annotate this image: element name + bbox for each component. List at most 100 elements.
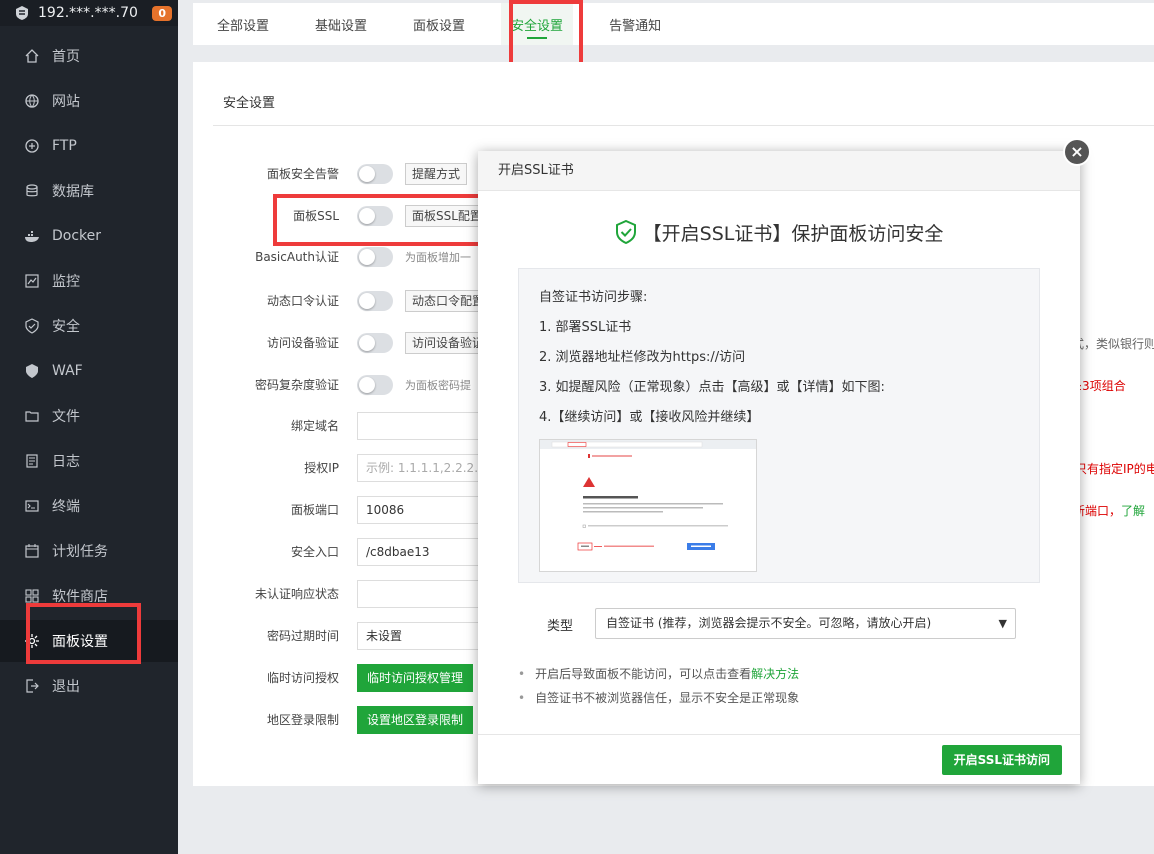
chevron-down-icon: ▼ [998,617,1007,630]
modal-title-text: 【开启SSL证书】保护面板访问安全 [642,223,944,245]
sidebar-item-1[interactable]: 网站 [0,80,178,122]
sidebar-item-8[interactable]: 文件 [0,395,178,437]
sidebar-item-label: 文件 [52,409,80,425]
close-icon[interactable]: × [1063,138,1091,166]
solution-link[interactable]: 解决方法 [751,667,799,681]
modal-footer: 开启SSL证书访问 [478,734,1080,784]
sidebar-item-label: 日志 [52,454,80,470]
home-icon [24,48,40,64]
sidebar-item-2[interactable]: FTP [0,125,178,167]
sidebar-item-label: 终端 [52,499,80,515]
log-icon [24,453,40,469]
toggle-device-verify[interactable] [357,333,393,353]
note-access-fail-text: 开启后导致面板不能访问，可以点击查看 [535,667,752,681]
modal-title: 【开启SSL证书】保护面板访问安全 [478,219,1080,246]
port-learn-link[interactable]: 了解 [1121,504,1145,518]
server-ip: 192.***.***.70 [38,5,138,21]
sidebar-item-label: 安全 [52,319,80,335]
sidebar-item-label: Docker [52,228,102,244]
label-basicauth: BasicAuth认证 [255,250,339,264]
port-desc-red: 新端口， [1073,504,1122,518]
divider [213,125,1154,126]
step-1: 1. 部署SSL证书 [539,320,632,335]
label-temp-auth: 临时访问授权 [266,671,339,685]
toggle-totp[interactable] [357,291,393,311]
sidebar-item-11[interactable]: 计划任务 [0,530,178,572]
apps-icon [24,588,40,604]
sidebar-item-0[interactable]: 首页 [0,35,178,77]
highlight-box-tab [509,0,583,68]
note-self-signed: 自签证书不被浏览器信任，显示不安全是正常现象 [518,689,799,706]
step-4: 4.【继续访问】或【接收风险并继续】 [539,410,760,425]
highlight-box-nav [26,603,141,664]
sidebar-item-label: FTP [52,138,77,154]
sidebar-item-label: 首页 [52,49,80,65]
sidebar-item-9[interactable]: 日志 [0,440,178,482]
cert-type-label: 类型 [547,619,574,634]
cert-type-value: 自签证书 (推荐，浏览器会提示不安全。可忽略，请放心开启) [606,616,932,630]
complexity-hint: 为面板密码提 [405,379,471,392]
folder-icon [24,408,40,424]
label-panel-alert: 面板安全告警 [266,167,339,181]
server-header[interactable]: 192.***.***.70 0 [0,0,178,26]
sidebar-item-4[interactable]: Docker [0,215,178,257]
calendar-icon [24,543,40,559]
terminal-icon [24,498,40,514]
panel-title: 安全设置 [223,96,276,111]
label-security-entry: 安全入口 [290,545,339,559]
sidebar-item-7[interactable]: WAF [0,350,178,392]
waf-shield-icon [24,363,40,379]
sidebar-item-label: 网站 [52,94,80,110]
sidebar-item-3[interactable]: 数据库 [0,170,178,212]
label-device-verify: 访问设备验证 [266,336,339,350]
complexity-desc: ≥3项组合 [1072,379,1126,393]
label-auth-ip: 授权IP [304,461,339,475]
ssl-steps-box: 自签证书访问步骤: 1. 部署SSL证书 2. 浏览器地址栏修改为https:/… [518,268,1040,583]
ssl-modal: 开启SSL证书 【开启SSL证书】保护面板访问安全 自签证书访问步骤: 1. 部… [478,151,1080,784]
browser-warning-illustration [540,440,756,571]
label-region-limit: 地区登录限制 [266,713,339,727]
sidebar-item-5[interactable]: 监控 [0,260,178,302]
label-bind-domain: 绑定域名 [290,419,339,433]
label-password-complexity: 密码复杂度验证 [254,378,339,392]
highlight-box-ssl [273,194,501,246]
sidebar-item-label: 退出 [52,679,80,695]
tab-all-settings[interactable]: 全部设置 [217,3,269,45]
globe-icon [24,93,40,109]
label-unauth-response: 未认证响应状态 [254,587,339,601]
cert-type-select[interactable]: 自签证书 (推荐，浏览器会提示不安全。可忽略，请放心开启) ▼ [595,608,1016,639]
shield-icon [24,318,40,334]
sidebar-item-10[interactable]: 终端 [0,485,178,527]
tab-basic-settings[interactable]: 基础设置 [315,3,367,45]
step-3: 3. 如提醒风险（正常现象）点击【高级】或【详情】如下图: [539,380,885,395]
toggle-password-complexity[interactable] [357,375,393,395]
ftp-icon [24,138,40,154]
docker-icon [24,228,40,244]
device-verify-desc: 式，类似银行则 [1072,337,1154,351]
toggle-panel-alert[interactable] [357,164,393,184]
database-icon [24,183,40,199]
sidebar-item-label: 监控 [52,274,80,290]
sidebar-item-6[interactable]: 安全 [0,305,178,347]
server-logo-icon [16,6,28,20]
temp-auth-manage-button[interactable]: 临时访问授权管理 [357,664,474,692]
label-totp: 动态口令认证 [266,294,339,308]
region-limit-button[interactable]: 设置地区登录限制 [357,706,474,734]
sidebar-item-label: WAF [52,363,83,379]
step-2: 2. 浏览器地址栏修改为https://访问 [539,350,746,365]
alert-method-button[interactable]: 提醒方式 [405,163,468,185]
toggle-basicauth[interactable] [357,247,393,267]
note-access-fail: 开启后导致面板不能访问，可以点击查看解决方法 [518,665,799,682]
tab-alert-notification[interactable]: 告警通知 [609,3,661,45]
sidebar-item-14[interactable]: 退出 [0,665,178,707]
notification-badge[interactable]: 0 [152,5,172,21]
enable-ssl-button[interactable]: 开启SSL证书访问 [941,745,1062,775]
label-password-expire: 密码过期时间 [266,629,339,643]
auth-ip-desc: 只有指定IP的电 [1075,462,1154,476]
modal-header: 开启SSL证书 [478,151,1080,191]
settings-tabs: 全部设置 基础设置 面板设置 安全设置 告警通知 [193,3,1154,45]
tab-panel-settings[interactable]: 面板设置 [413,3,465,45]
shield-check-icon [615,220,636,244]
logout-icon [24,678,40,694]
sidebar-item-label: 数据库 [52,184,94,200]
